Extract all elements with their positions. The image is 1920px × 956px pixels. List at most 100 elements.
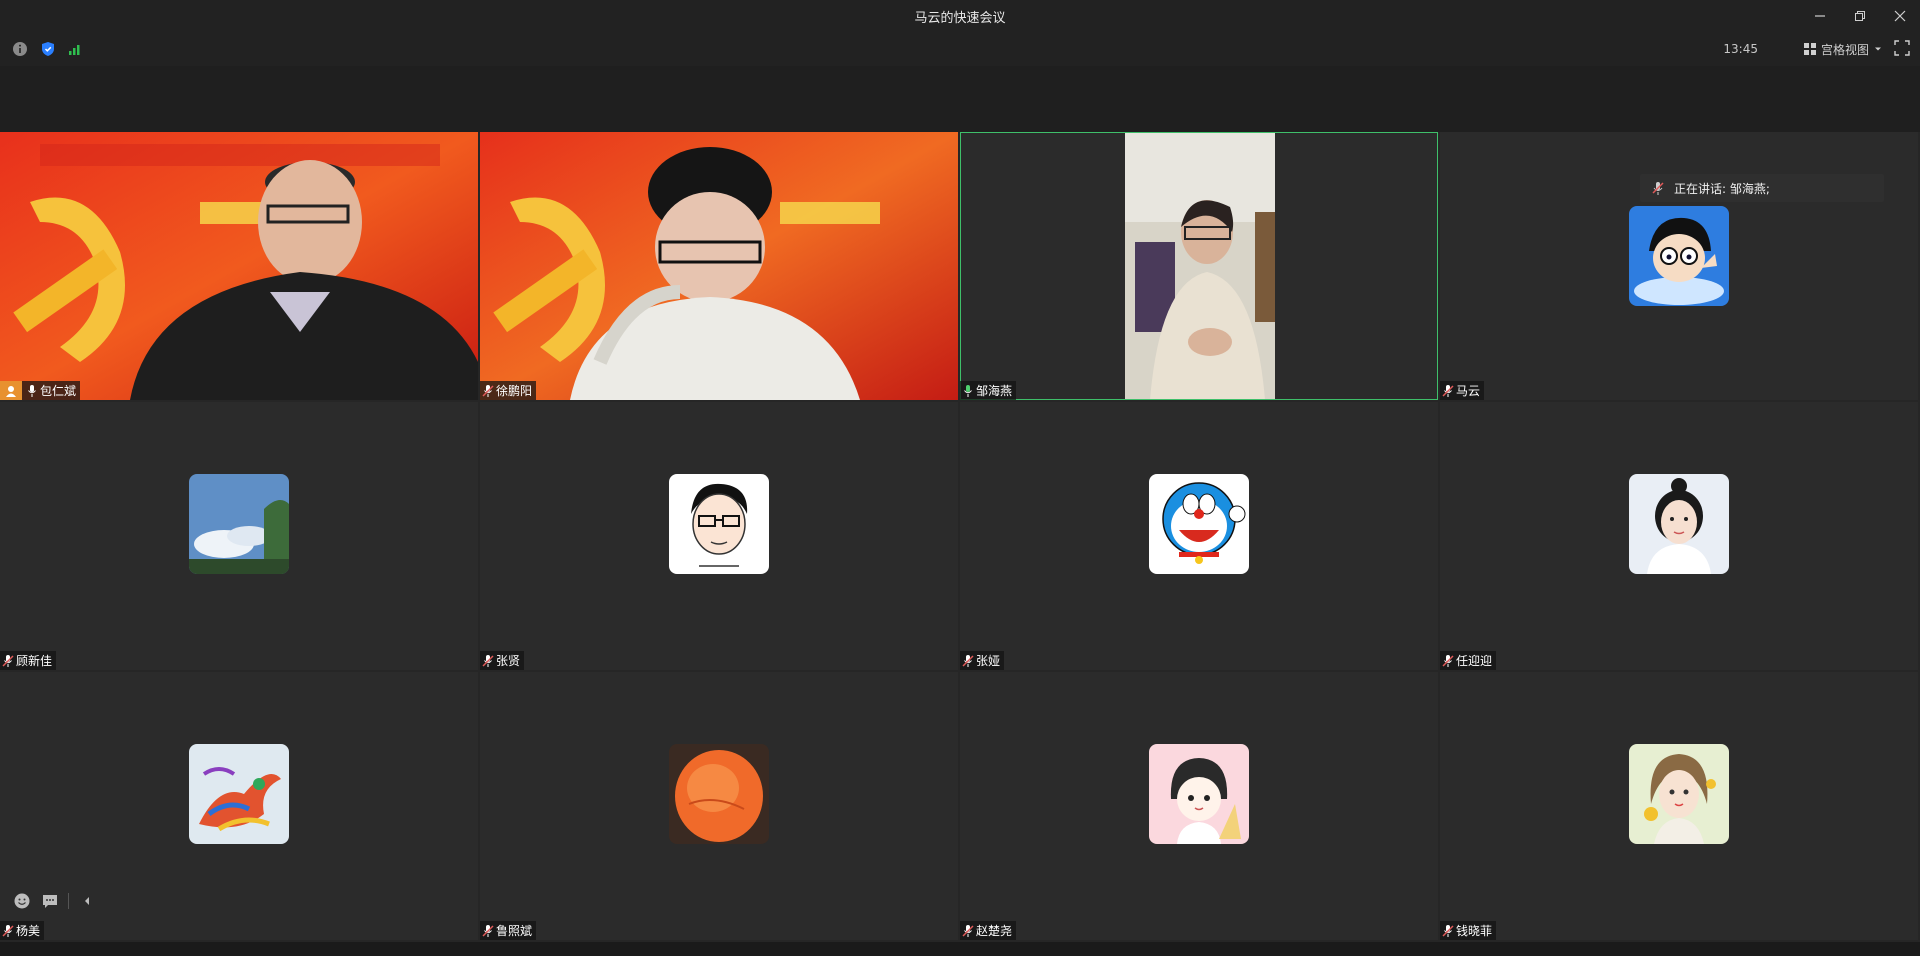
participant-video: [960, 132, 1438, 400]
participant-avatar: [1629, 206, 1729, 306]
sky-trees-avatar-icon: [189, 474, 289, 574]
participant-name: 包仁斌: [40, 384, 77, 398]
restore-button[interactable]: [1846, 4, 1874, 28]
chat-icon: [43, 895, 57, 908]
chevron-down-icon: [1875, 47, 1881, 51]
microphone-icon: [28, 384, 36, 397]
cartoon-man-avatar-icon: [669, 474, 769, 574]
participant-name-tag: 张贤: [480, 651, 525, 670]
participant-tile[interactable]: 马云: [1440, 132, 1918, 400]
participant-avatar: [189, 474, 289, 574]
participant-name: 邹海燕: [976, 384, 1013, 398]
muted-microphone-icon: [482, 384, 494, 397]
collapse-button[interactable]: [77, 891, 97, 911]
girl-portrait-avatar-icon: [1629, 474, 1729, 574]
participant-name: 任迎迎: [1456, 654, 1493, 668]
participant-name-tag: 钱晓菲: [1440, 921, 1497, 940]
muted-microphone-icon: [482, 654, 494, 667]
meeting-clock: 13:45: [1723, 42, 1758, 56]
muted-microphone-icon: [2, 924, 14, 937]
signal-icon: [69, 45, 80, 55]
participant-name: 张贤: [496, 654, 521, 668]
shield-icon: [42, 42, 54, 56]
info-icon: [13, 42, 27, 56]
participant-tile-speaking[interactable]: 邹海燕: [960, 132, 1438, 400]
participant-name-tag: 赵楚尧: [960, 921, 1017, 940]
reaction-controls: [12, 889, 97, 913]
participant-name: 马云: [1456, 384, 1481, 398]
emoji-button[interactable]: [12, 891, 32, 911]
meeting-toolbar: 13:45 宫格视图: [0, 32, 1920, 66]
divider: [68, 893, 69, 909]
close-icon: [1894, 10, 1906, 22]
cartoon-girl-avatar-icon: [1149, 744, 1249, 844]
view-mode-label: 宫格视图: [1820, 42, 1869, 57]
minimize-button[interactable]: [1806, 4, 1834, 28]
bottom-strip: [0, 942, 1920, 956]
participant-avatar: [1629, 474, 1729, 574]
host-badge: [0, 381, 22, 400]
muted-microphone-icon: [2, 654, 14, 667]
active-microphone-icon: [964, 384, 972, 397]
orange-stone-avatar-icon: [669, 744, 769, 844]
participant-avatar: [1149, 744, 1249, 844]
muted-microphone-icon: [482, 924, 494, 937]
participant-tile[interactable]: 钱晓菲: [1440, 672, 1918, 940]
robot-cat-avatar-icon: [1149, 474, 1249, 574]
participant-tile[interactable]: 包仁斌: [0, 132, 478, 400]
host-icon: [6, 385, 16, 397]
phoenix-painting-avatar-icon: [189, 744, 289, 844]
fullscreen-icon: [1894, 40, 1910, 56]
muted-microphone-icon: [962, 924, 974, 937]
network-signal-button[interactable]: [66, 40, 84, 58]
cartoon-boy-avatar-icon: [1629, 206, 1729, 306]
participant-avatar: [669, 474, 769, 574]
participant-name-tag: 徐鹏阳: [480, 381, 537, 400]
participant-name: 赵楚尧: [976, 924, 1013, 938]
speaker-microphone-icon: [1652, 182, 1664, 195]
illustrated-girl-avatar-icon: [1629, 744, 1729, 844]
participant-tile[interactable]: 鲁照斌: [480, 672, 958, 940]
security-button[interactable]: [39, 40, 57, 58]
emoji-icon: [14, 893, 30, 909]
grid-view-icon: [1803, 43, 1816, 55]
participant-grid: 包仁斌 徐鹏阳 邹海燕 马云 顾新佳 张贤 张娅 任迎迎 杨美 鲁照斌 赵楚尧 …: [0, 132, 1920, 942]
view-mode-dropdown[interactable]: 宫格视图: [1803, 38, 1882, 60]
title-bar: 马云的快速会议: [0, 0, 1920, 32]
meeting-title: 马云的快速会议: [914, 11, 1006, 26]
close-button[interactable]: [1886, 4, 1914, 28]
muted-microphone-icon: [1442, 384, 1454, 397]
participant-avatar: [189, 744, 289, 844]
participant-name: 鲁照斌: [496, 924, 533, 938]
participant-tile[interactable]: 赵楚尧: [960, 672, 1438, 940]
participant-name-tag: 张娅: [960, 651, 1005, 670]
participant-name: 张娅: [976, 654, 1001, 668]
participant-name-tag: 邹海燕: [960, 381, 1017, 400]
participant-name-tag: 马云: [1440, 381, 1485, 400]
active-speaker-label: 正在讲话: 邹海燕;: [1674, 181, 1770, 196]
participant-name-tag: 杨美: [0, 921, 45, 940]
participant-tile[interactable]: 张贤: [480, 402, 958, 670]
active-speaker-banner: 正在讲话: 邹海燕;: [1640, 174, 1884, 202]
participant-video: [480, 132, 958, 400]
participant-name: 杨美: [16, 924, 41, 938]
muted-microphone-icon: [1442, 924, 1454, 937]
participant-tile[interactable]: 张娅: [960, 402, 1438, 670]
muted-microphone-icon: [1442, 654, 1454, 667]
participant-avatar: [1629, 744, 1729, 844]
participant-tile[interactable]: 顾新佳: [0, 402, 478, 670]
participant-tile[interactable]: 任迎迎: [1440, 402, 1918, 670]
participant-name: 顾新佳: [16, 654, 53, 668]
participant-name-tag: 任迎迎: [1440, 651, 1497, 670]
info-button[interactable]: [11, 40, 29, 58]
chat-button[interactable]: [40, 891, 60, 911]
participant-name: 徐鹏阳: [496, 384, 533, 398]
muted-microphone-icon: [962, 654, 974, 667]
participant-avatar: [669, 744, 769, 844]
participant-video: [0, 132, 478, 400]
fullscreen-button[interactable]: [1894, 40, 1912, 58]
participant-name-tag: 鲁照斌: [480, 921, 537, 940]
participant-tile[interactable]: 徐鹏阳: [480, 132, 958, 400]
participant-name-tag: 顾新佳: [0, 651, 57, 670]
participant-name-tag: 包仁斌: [0, 381, 81, 400]
